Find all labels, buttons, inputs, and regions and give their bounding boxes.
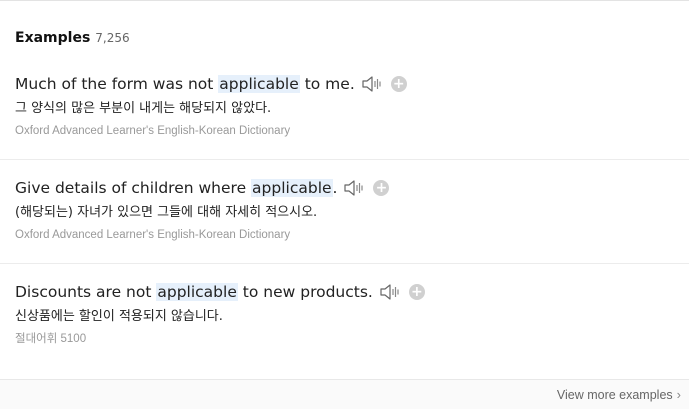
section-title: Examples bbox=[15, 30, 91, 46]
example-source: Oxford Advanced Learner's English-Korean… bbox=[15, 229, 291, 241]
sentence-text: Much of the form was not bbox=[15, 75, 219, 93]
highlighted-word[interactable]: applicable bbox=[218, 75, 300, 93]
korean-translation: (해당되는) 자녀가 있으면 그들에 대해 자세히 적으시오. bbox=[15, 205, 318, 220]
add-to-wordbook-button[interactable]: + bbox=[408, 284, 425, 300]
sentence-text: Discounts are not bbox=[15, 283, 157, 301]
view-more-examples-link[interactable]: View more examples › bbox=[557, 387, 681, 402]
korean-translation: 그 양식의 많은 부분이 내게는 해당되지 않았다. bbox=[15, 101, 272, 116]
highlighted-word[interactable]: applicable bbox=[156, 283, 238, 301]
speaker-icon[interactable] bbox=[343, 179, 365, 197]
speaker-icon[interactable] bbox=[361, 75, 383, 93]
example-source: 절대어휘 5100 bbox=[15, 333, 87, 345]
english-sentence: Discounts are not applicable to new prod… bbox=[15, 279, 689, 305]
examples-panel: Examples 7,256 Much of the form was not … bbox=[0, 0, 689, 409]
korean-translation: 신상품에는 할인이 적용되지 않습니다. bbox=[15, 309, 223, 324]
section-header: Examples 7,256 bbox=[15, 30, 130, 46]
highlighted-word[interactable]: applicable bbox=[251, 179, 333, 197]
english-sentence: Much of the form was not applicable to m… bbox=[15, 71, 689, 97]
divider bbox=[0, 159, 689, 160]
example-item: Give details of children where applicabl… bbox=[0, 175, 689, 263]
example-source: Oxford Advanced Learner's English-Korean… bbox=[15, 125, 291, 137]
add-to-wordbook-button[interactable]: + bbox=[390, 76, 407, 92]
english-sentence: Give details of children where applicabl… bbox=[15, 175, 689, 201]
divider bbox=[0, 263, 689, 264]
sentence-text: Give details of children where bbox=[15, 179, 252, 197]
view-more-label: View more examples bbox=[556, 387, 673, 402]
example-item: Much of the form was not applicable to m… bbox=[0, 71, 689, 159]
add-to-wordbook-button[interactable]: + bbox=[373, 180, 390, 196]
chevron-right-icon: › bbox=[676, 387, 681, 402]
sentence-text: to new products. bbox=[237, 283, 373, 301]
footer-bar: View more examples › bbox=[0, 379, 689, 409]
example-item: Discounts are not applicable to new prod… bbox=[0, 279, 689, 359]
sentence-text: to me. bbox=[299, 75, 355, 93]
sentence-text: . bbox=[332, 179, 338, 197]
speaker-icon[interactable] bbox=[379, 283, 401, 301]
example-count: 7,256 bbox=[95, 31, 130, 45]
